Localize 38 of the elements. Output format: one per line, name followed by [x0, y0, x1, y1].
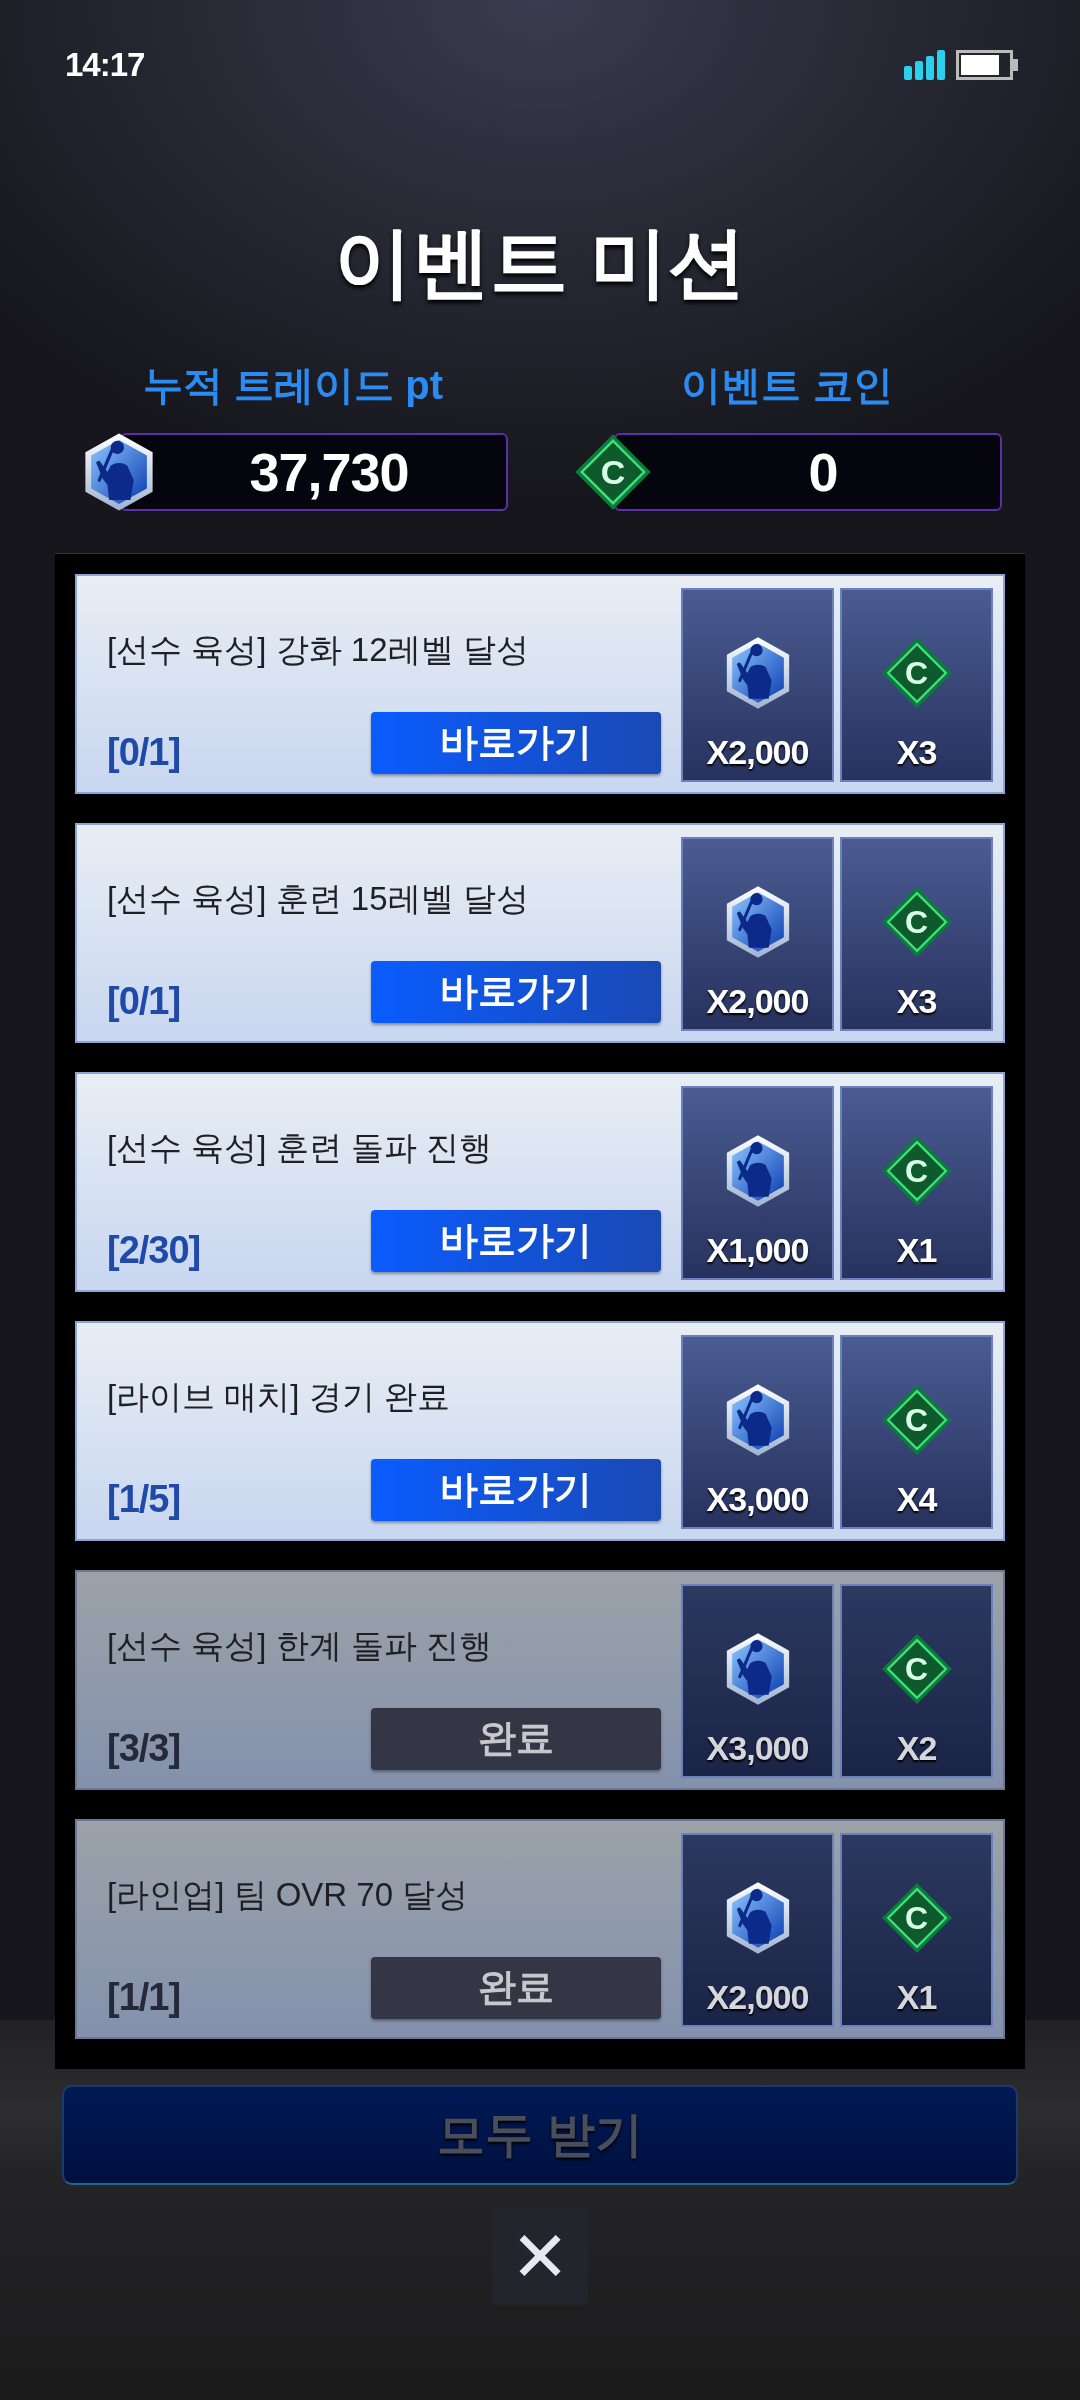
mission-progress: [1/1] — [107, 1975, 181, 2019]
page-title: 이벤트 미션 — [334, 220, 746, 306]
mission-title: [선수 육성] 훈련 15레벨 달성 — [107, 878, 530, 919]
mission-title: [라이브 매치] 경기 완료 — [107, 1376, 451, 1417]
completed-button[interactable]: 완료 — [371, 1707, 661, 1770]
reward-amount: X3 — [896, 981, 937, 1021]
reward-amount: X3,000 — [706, 1728, 809, 1768]
reward-amount: X4 — [896, 1479, 937, 1519]
mission-progress: [0/1] — [107, 979, 181, 1023]
reward-amount: X2 — [896, 1728, 937, 1768]
status-time: 14:17 — [65, 46, 145, 84]
mission-title: [선수 육성] 훈련 돌파 진행 — [107, 1127, 493, 1168]
go-button[interactable]: 바로가기 — [371, 1458, 661, 1521]
currency-label: 이벤트 코인 — [681, 361, 893, 409]
reward-amount: X3,000 — [706, 1479, 809, 1519]
completed-button[interactable]: 완료 — [371, 1956, 661, 2019]
battery-icon — [956, 50, 1018, 80]
mission-title: [라인업] 팀 OVR 70 달성 — [107, 1874, 470, 1915]
go-button[interactable]: 바로가기 — [371, 711, 661, 774]
mission-progress: [2/30] — [107, 1228, 201, 1272]
reward-amount: X2,000 — [706, 981, 809, 1021]
reward-amount: X2,000 — [706, 732, 809, 772]
close-button[interactable]: ✕ — [492, 2208, 588, 2305]
mission-title: [선수 육성] 강화 12레벨 달성 — [107, 629, 530, 670]
mission-progress: [1/5] — [107, 1477, 181, 1521]
reward-amount: X1 — [896, 1230, 937, 1270]
currency-label: 누적 트레이드 pt — [143, 361, 443, 409]
go-button[interactable]: 바로가기 — [371, 1209, 661, 1272]
go-button[interactable]: 바로가기 — [371, 960, 661, 1023]
mission-progress: [0/1] — [107, 730, 181, 774]
mission-progress: [3/3] — [107, 1726, 181, 1770]
reward-amount: X1 — [896, 1977, 937, 2017]
reward-amount: X1,000 — [706, 1230, 809, 1270]
signal-icon — [904, 50, 946, 80]
reward-amount: X2,000 — [706, 1977, 809, 2017]
currency-value: 37,730 — [120, 432, 508, 511]
mission-title: [선수 육성] 한계 돌파 진행 — [107, 1625, 493, 1666]
reward-amount: X3 — [896, 732, 937, 772]
